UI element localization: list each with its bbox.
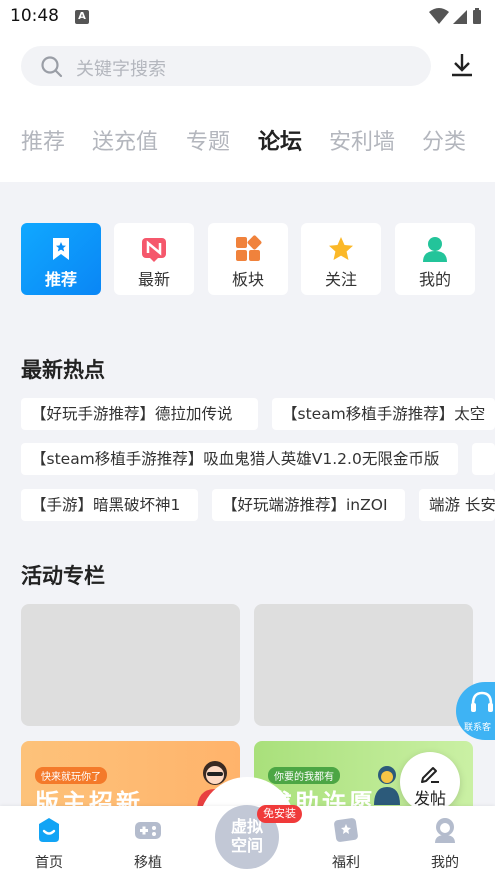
battery-icon [473, 8, 481, 24]
status-time: 10:48 [10, 6, 59, 26]
search-bar[interactable]: 关键字搜索 [21, 46, 431, 86]
quick-nav-following[interactable]: 关注 [301, 223, 381, 295]
home-icon [35, 816, 63, 848]
nav-label: 首页 [35, 855, 63, 871]
tab-categories[interactable]: 分类 [422, 124, 466, 156]
quick-nav-recommend[interactable]: 推荐 [21, 223, 101, 295]
star-icon [327, 235, 355, 263]
hot-topic-chip[interactable]: 【steam移植手游推荐】太空 [272, 398, 495, 430]
activity-card[interactable] [254, 604, 473, 726]
download-icon[interactable] [449, 52, 475, 82]
profile-icon [431, 816, 459, 848]
tab-recommend-wall[interactable]: 安利墙 [329, 124, 395, 156]
tab-recommend[interactable]: 推荐 [21, 124, 65, 156]
service-label: 联系客 [464, 723, 492, 733]
hot-topic-chip[interactable]: 【好玩端游推荐】inZOI [212, 489, 405, 521]
header: 关键字搜索 推荐 送充值 专题 论坛 安利墙 分类 [0, 34, 495, 182]
hot-topic-chip[interactable]: 【steam移植手游推荐】吸血鬼猎人英雄V1.2.0无限金币版 [21, 443, 458, 475]
user-icon [421, 235, 449, 263]
wifi-icon [429, 8, 449, 24]
new-badge-icon [140, 235, 168, 263]
nav-welfare[interactable]: 福利 [306, 806, 386, 880]
promo-tag: 快来就玩你了 [35, 767, 107, 784]
tab-forum[interactable]: 论坛 [258, 124, 302, 156]
post-button[interactable]: 发帖 [400, 752, 460, 812]
headset-icon [470, 690, 494, 720]
hot-topics-title: 最新热点 [21, 358, 105, 382]
bookmark-star-icon [47, 235, 75, 263]
blocks-icon [234, 235, 262, 263]
quick-nav-latest[interactable]: 最新 [114, 223, 194, 295]
nav-port[interactable]: 移植 [108, 806, 188, 880]
nav-label: 移植 [134, 855, 162, 871]
install-free-badge: 免安装 [257, 805, 302, 823]
quick-nav-sections[interactable]: 板块 [208, 223, 288, 295]
hot-topic-chip[interactable]: 【手游】暗黑破坏神1 [21, 489, 198, 521]
status-icons [427, 7, 489, 31]
notification-a-icon: A [75, 10, 89, 24]
quick-nav-mine[interactable]: 我的 [395, 223, 475, 295]
search-icon [40, 55, 64, 83]
activity-title: 活动专栏 [21, 564, 105, 588]
nav-home[interactable]: 首页 [9, 806, 89, 880]
quick-nav-label: 关注 [324, 270, 357, 289]
category-tabs: 推荐 送充值 专题 论坛 安利墙 分类 [0, 124, 495, 164]
tab-recharge[interactable]: 送充值 [92, 124, 158, 156]
gamepad-icon [134, 816, 162, 848]
activity-card[interactable] [21, 604, 240, 726]
quick-nav-label: 板块 [231, 270, 264, 289]
hot-topic-chip[interactable]: 【好玩手游推荐】德拉加传说 [21, 398, 258, 430]
signal-icon [453, 10, 467, 24]
promo-figure-illustration [372, 765, 402, 809]
tab-topics[interactable]: 专题 [186, 124, 230, 156]
hot-topic-chip[interactable]: 端游 长安 [419, 489, 495, 521]
nav-mine[interactable]: 我的 [405, 806, 485, 880]
promo-tag: 你要的我都有 [268, 767, 340, 784]
search-placeholder: 关键字搜索 [76, 59, 166, 80]
gift-card-icon [332, 816, 360, 848]
quick-nav-label: 最新 [137, 270, 170, 289]
hot-topic-chip[interactable] [472, 443, 495, 475]
nav-label: 福利 [332, 855, 360, 871]
quick-nav-label: 推荐 [44, 270, 77, 289]
status-bar: 10:48 A [0, 0, 495, 34]
quick-nav-label: 我的 [418, 270, 451, 289]
nav-label: 我的 [431, 855, 459, 871]
